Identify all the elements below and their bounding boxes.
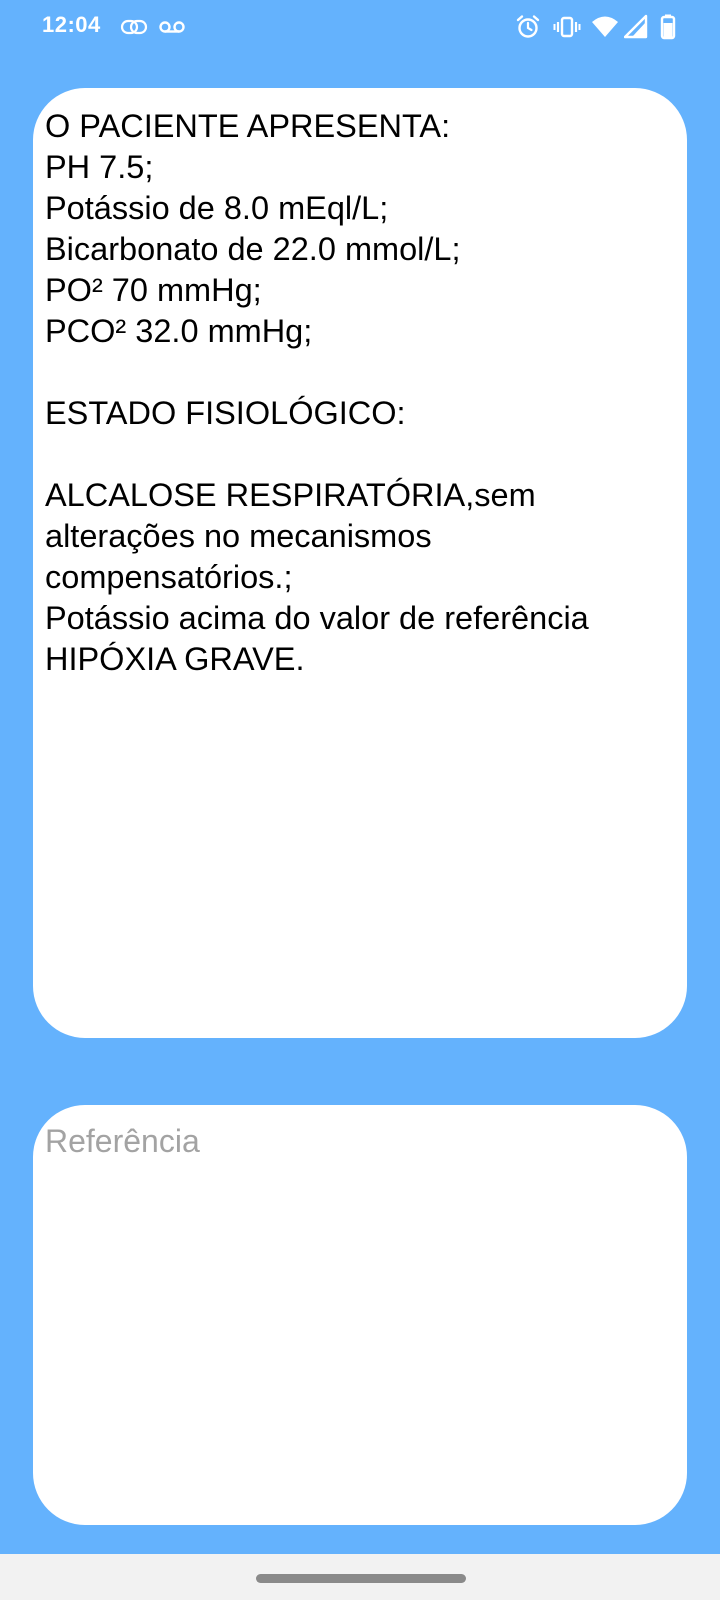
alarm-icon <box>516 15 540 38</box>
hypoxia-note: HIPÓXIA GRAVE. <box>45 641 305 677</box>
diagnosis-line: compensatórios.; <box>45 559 293 595</box>
battery-icon <box>660 14 676 40</box>
reference-card <box>33 1105 687 1525</box>
result-blank-line <box>45 352 675 393</box>
result-heading: O PACIENTE APRESENTA: <box>45 108 451 144</box>
vibrate-icon <box>553 16 581 38</box>
home-gesture-handle[interactable] <box>256 1574 466 1583</box>
potassium-note: Potássio acima do valor de referência <box>45 600 589 636</box>
result-ph: PH 7.5; <box>45 149 154 185</box>
status-bar: 12:04 <box>0 0 720 56</box>
result-pco2: PCO² 32.0 mmHg; <box>45 313 313 349</box>
physiological-state-heading: ESTADO FISIOLÓGICO: <box>45 395 406 431</box>
reference-input[interactable] <box>45 1121 665 1501</box>
result-bicarbonate: Bicarbonato de 22.0 mmol/L; <box>45 231 461 267</box>
wifi-icon <box>592 16 618 37</box>
voicemail-icon <box>159 21 185 33</box>
diagnosis-line: alterações no mecanismos <box>45 518 432 554</box>
result-blank-line <box>45 434 675 475</box>
diagnosis-line: ALCALOSE RESPIRATÓRIA,sem <box>45 477 536 513</box>
navigation-bar <box>0 1554 720 1600</box>
result-card: O PACIENTE APRESENTA: PH 7.5; Potássio d… <box>33 88 687 1038</box>
result-potassium: Potássio de 8.0 mEql/L; <box>45 190 389 226</box>
result-po2: PO² 70 mmHg; <box>45 272 262 308</box>
status-time: 12:04 <box>42 12 101 37</box>
cloud-sync-icon <box>120 19 148 35</box>
cellular-signal-icon <box>624 14 648 39</box>
